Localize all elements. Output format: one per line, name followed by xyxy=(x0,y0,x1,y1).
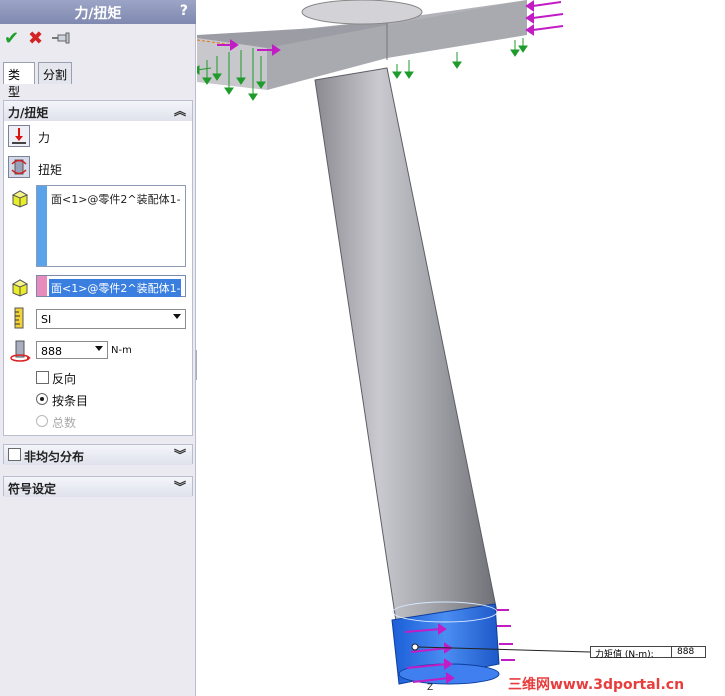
pushpin-icon[interactable] xyxy=(52,31,72,45)
face-icon xyxy=(11,279,29,297)
torque-icon[interactable] xyxy=(8,156,30,178)
per-item-label[interactable]: 按条目 xyxy=(52,392,88,409)
model-view[interactable] xyxy=(197,0,725,696)
shaft xyxy=(314,67,498,629)
reverse-label[interactable]: 反向 xyxy=(52,370,76,387)
torque-unit-label: N-m xyxy=(111,345,132,356)
chevron-down-icon[interactable]: ︾ xyxy=(174,446,186,463)
force-option-label[interactable]: 力 xyxy=(38,129,50,146)
total-radio[interactable] xyxy=(36,415,48,427)
selection-color-bar xyxy=(37,276,47,296)
property-manager: 力/扭矩 ? ✔ ✖ 类型 分割 力/扭矩 ︽ 力 扭矩 面<1>@零件2^装配… xyxy=(0,0,196,696)
ruler-icon xyxy=(14,307,24,329)
callout-anchor xyxy=(411,643,419,651)
tab-type[interactable]: 类型 xyxy=(3,62,35,99)
help-button[interactable]: ? xyxy=(180,3,188,19)
axis-triad: Z xyxy=(427,683,434,693)
pm-title: 力/扭矩 xyxy=(74,6,122,22)
chevron-down-icon[interactable] xyxy=(95,346,103,351)
units-select-value: SI xyxy=(41,313,52,326)
nonuniform-group-title: 非均匀分布 xyxy=(24,450,85,464)
boss xyxy=(301,0,423,25)
face-icon xyxy=(11,190,29,208)
faces-selection-box[interactable]: 面<1>@零件2^装配体1- xyxy=(36,185,186,267)
symbol-settings-group: 符号设定 ︾ xyxy=(3,476,193,497)
selection-color-bar xyxy=(37,186,47,266)
torque-value-callout[interactable]: 力矩值 (N-m): 888 xyxy=(590,646,706,660)
watermark-text: 三维网www.3dportal.cn xyxy=(508,677,685,693)
force-torque-group: 力/扭矩 ︽ 力 扭矩 面<1>@零件2^装配体1- 面<1>@零件2^装配体1… xyxy=(3,100,193,436)
total-label[interactable]: 总数 xyxy=(52,414,76,431)
symbol-settings-group-title: 符号设定 xyxy=(8,482,57,496)
chevron-up-icon[interactable]: ︽ xyxy=(174,102,186,119)
callout-separator xyxy=(671,647,672,657)
symbol-settings-group-header[interactable]: 符号设定 ︾ xyxy=(4,477,192,497)
graphics-area[interactable]: Z xyxy=(197,0,725,696)
torque-value-icon xyxy=(10,340,31,362)
force-torque-group-header[interactable]: 力/扭矩 ︽ xyxy=(4,101,192,121)
force-torque-group-title: 力/扭矩 xyxy=(8,106,49,120)
nonuniform-checkbox[interactable] xyxy=(8,448,21,461)
chevron-down-icon[interactable] xyxy=(173,314,181,319)
nonuniform-group-header[interactable]: 非均匀分布 ︾ xyxy=(4,445,192,465)
faces-selection-text[interactable]: 面<1>@零件2^装配体1- xyxy=(51,191,183,207)
check-icon[interactable]: ✔ xyxy=(4,28,22,49)
units-select[interactable]: SI xyxy=(36,309,186,329)
pm-title-bar: 力/扭矩 ? xyxy=(0,0,196,24)
callout-value: 888 xyxy=(677,647,695,657)
callout-label: 力矩值 (N-m): xyxy=(595,650,654,660)
direction-selection-text[interactable]: 面<1>@零件2^装配体1- xyxy=(49,279,181,297)
nonuniform-group: 非均匀分布 ︾ xyxy=(3,444,193,465)
close-icon[interactable]: ✖ xyxy=(28,28,46,49)
torque-option-label[interactable]: 扭矩 xyxy=(38,161,62,178)
force-icon[interactable] xyxy=(8,125,30,147)
chevron-down-icon[interactable]: ︾ xyxy=(174,478,186,495)
torque-value-input[interactable]: 888 xyxy=(36,341,108,359)
direction-selection-box[interactable]: 面<1>@零件2^装配体1- xyxy=(36,275,186,297)
per-item-radio[interactable] xyxy=(36,393,48,405)
reverse-checkbox[interactable] xyxy=(36,371,49,384)
tab-split[interactable]: 分割 xyxy=(38,62,72,84)
torque-value-text[interactable]: 888 xyxy=(41,345,62,358)
